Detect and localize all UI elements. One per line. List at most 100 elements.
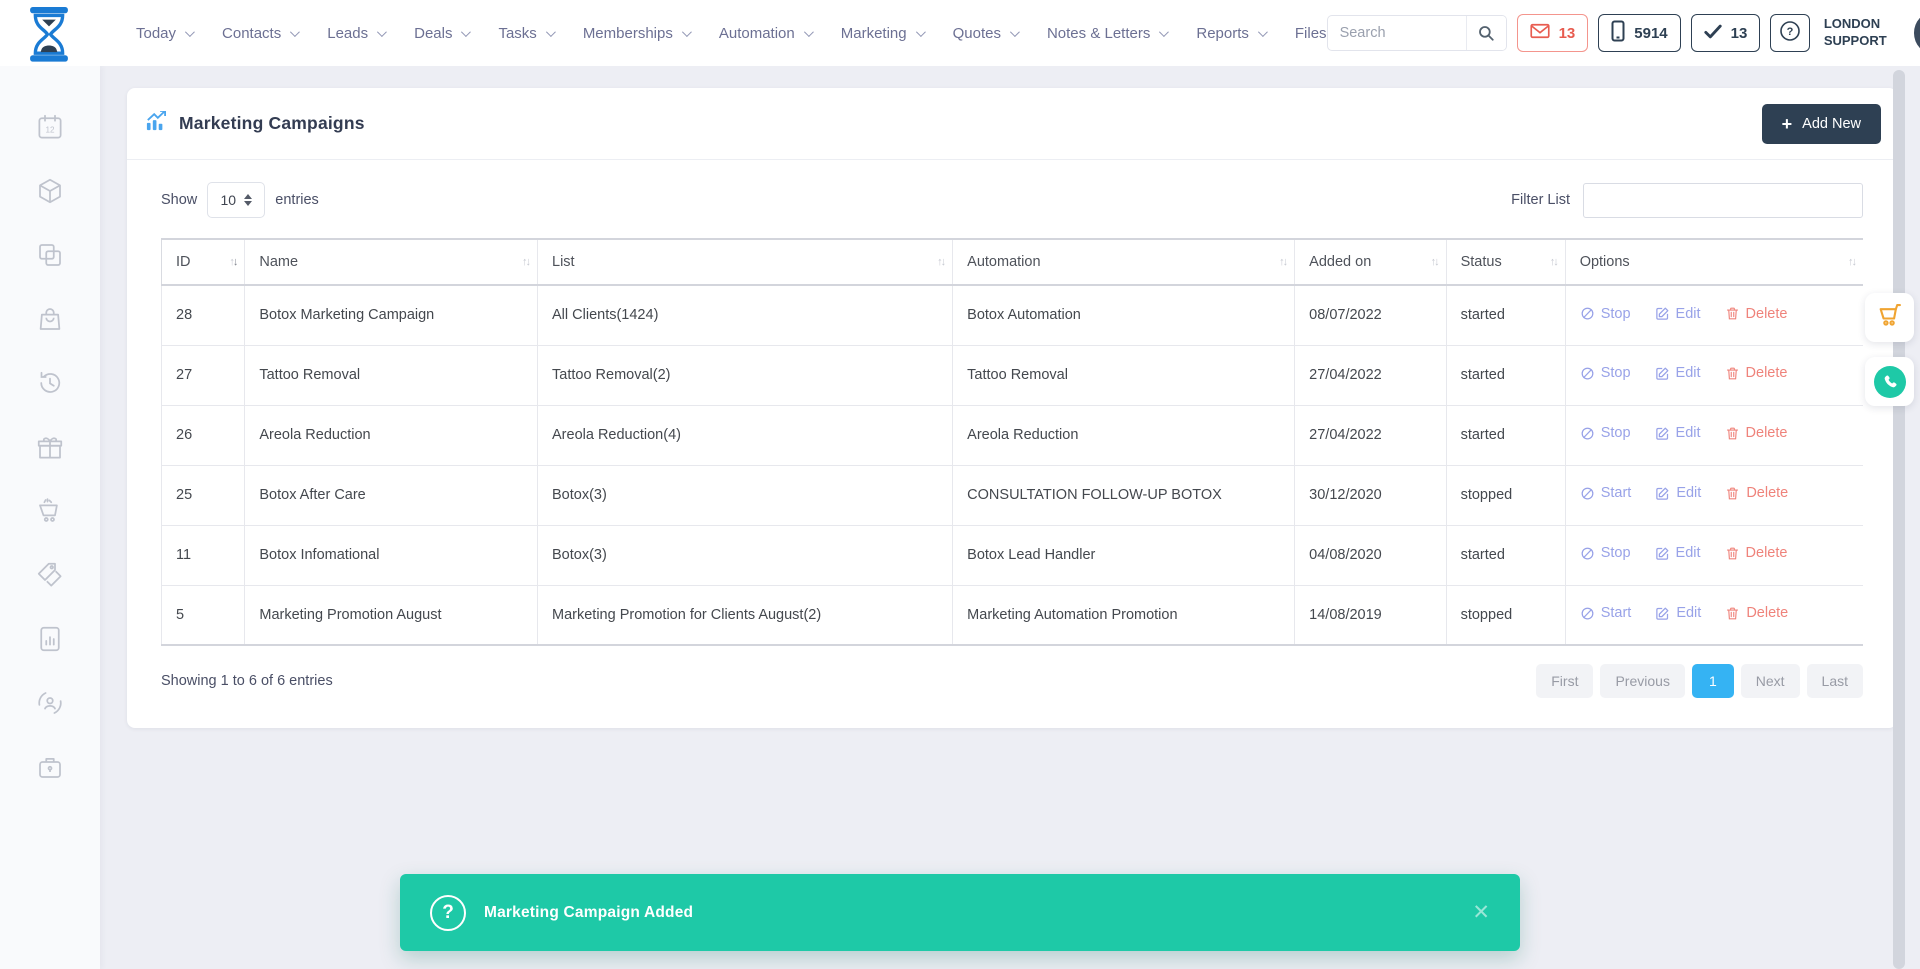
briefcase-icon[interactable] (35, 752, 65, 782)
cell-list: Areola Reduction(4) (538, 405, 953, 465)
nav-tasks[interactable]: Tasks (498, 25, 552, 42)
cell-list: Marketing Promotion for Clients August(2… (538, 585, 953, 645)
nav-deals[interactable]: Deals (414, 25, 468, 42)
column-header-list[interactable]: List↑↓ (538, 239, 953, 285)
scrollbar[interactable] (1893, 70, 1905, 969)
column-header-name[interactable]: Name↑↓ (245, 239, 538, 285)
cell-list: Tattoo Removal(2) (538, 345, 953, 405)
chevron-down-icon (185, 27, 195, 37)
phone-float-button[interactable] (1865, 357, 1914, 406)
pagination-first[interactable]: First (1536, 664, 1593, 698)
filter-input[interactable] (1583, 183, 1863, 218)
topbar-right: 13 5914 13 ? LONDON SUPPORT (1327, 12, 1920, 54)
nav-contacts[interactable]: Contacts (222, 25, 297, 42)
cell-automation: CONSULTATION FOLLOW-UP BOTOX (953, 465, 1295, 525)
gift-icon[interactable] (35, 432, 65, 462)
toast-close-icon[interactable]: ✕ (1472, 902, 1490, 923)
add-new-button[interactable]: + Add New (1762, 104, 1881, 144)
help-button[interactable]: ? (1770, 14, 1809, 52)
bag-icon[interactable] (35, 304, 65, 334)
nav-reports[interactable]: Reports (1196, 25, 1265, 42)
edit-link[interactable]: Edit (1655, 545, 1701, 561)
table-controls: Show 10 entries Filter List (161, 182, 1863, 218)
sort-arrows-icon: ↑↓ (229, 256, 236, 268)
toast-question-icon: ? (430, 895, 466, 931)
phone-badge[interactable]: 5914 (1598, 14, 1680, 52)
stop-link[interactable]: Stop (1580, 545, 1631, 561)
chevron-down-icon (916, 27, 926, 37)
tags-icon[interactable] (35, 560, 65, 590)
nav-notes-letters[interactable]: Notes & Letters (1047, 25, 1166, 42)
edit-link[interactable]: Edit (1655, 605, 1701, 621)
delete-link[interactable]: Delete (1725, 306, 1788, 322)
cell-automation: Botox Lead Handler (953, 525, 1295, 585)
cell-automation: Marketing Automation Promotion (953, 585, 1295, 645)
select-arrows-icon (244, 194, 252, 206)
cell-id: 26 (162, 405, 245, 465)
history-icon[interactable] (35, 368, 65, 398)
cell-status: stopped (1446, 585, 1565, 645)
cell-options: Stop Edit Delete (1565, 345, 1863, 405)
stop-link[interactable]: Stop (1580, 425, 1631, 441)
nav-automation[interactable]: Automation (719, 25, 811, 42)
main-nav: Today Contacts Leads Deals Tasks Memberships A… (136, 25, 1327, 42)
avatar[interactable] (1914, 12, 1920, 54)
edit-link[interactable]: Edit (1655, 425, 1701, 441)
nav-today[interactable]: Today (136, 25, 192, 42)
chevron-down-icon (1159, 27, 1169, 37)
search-icon[interactable] (1466, 16, 1506, 50)
delete-link[interactable]: Delete (1725, 605, 1788, 621)
nav-leads[interactable]: Leads (327, 25, 384, 42)
search-input[interactable] (1328, 25, 1466, 41)
start-link[interactable]: Start (1580, 605, 1632, 621)
plus-icon: + (1782, 115, 1793, 133)
page-length-select[interactable]: 10 (207, 182, 265, 218)
cell-name: Marketing Promotion August (245, 585, 538, 645)
calendar-icon[interactable]: 12 (35, 112, 65, 142)
stop-link[interactable]: Stop (1580, 306, 1631, 322)
pagination-next[interactable]: Next (1741, 664, 1800, 698)
stop-link[interactable]: Stop (1580, 365, 1631, 381)
page-title: Marketing Campaigns (179, 113, 365, 134)
delete-link[interactable]: Delete (1725, 545, 1788, 561)
support-icon[interactable] (35, 688, 65, 718)
start-link[interactable]: Start (1580, 485, 1632, 501)
nav-memberships[interactable]: Memberships (583, 25, 689, 42)
user-name: LONDON SUPPORT (1824, 16, 1904, 50)
edit-link[interactable]: Edit (1655, 365, 1701, 381)
edit-link[interactable]: Edit (1655, 306, 1701, 322)
chevron-down-icon (682, 27, 692, 37)
table-row: 25Botox After CareBotox(3)CONSULTATION F… (162, 465, 1864, 525)
logo-hourglass-icon[interactable] (28, 7, 70, 59)
package-icon[interactable] (35, 176, 65, 206)
nav-marketing[interactable]: Marketing (841, 25, 923, 42)
delete-link[interactable]: Delete (1725, 485, 1788, 501)
cart-icon[interactable] (35, 496, 65, 526)
report-icon[interactable] (35, 624, 65, 654)
column-header-added-on[interactable]: Added on↑↓ (1295, 239, 1446, 285)
table-footer: Showing 1 to 6 of 6 entries FirstPreviou… (161, 664, 1863, 698)
delete-link[interactable]: Delete (1725, 425, 1788, 441)
cart-float-button[interactable] (1865, 293, 1914, 342)
sidebar: 12 (0, 66, 100, 969)
edit-link[interactable]: Edit (1655, 485, 1701, 501)
column-header-status[interactable]: Status↑↓ (1446, 239, 1565, 285)
messages-badge[interactable]: 13 (1517, 14, 1589, 52)
tasks-badge[interactable]: 13 (1691, 14, 1761, 52)
nav-files[interactable]: Files (1295, 25, 1327, 42)
windows-icon[interactable] (35, 240, 65, 270)
sort-arrows-icon: ↑↓ (1848, 256, 1855, 268)
delete-link[interactable]: Delete (1725, 365, 1788, 381)
chevron-down-icon (461, 27, 471, 37)
pagination-previous[interactable]: Previous (1600, 664, 1684, 698)
cell-automation: Areola Reduction (953, 405, 1295, 465)
nav-quotes[interactable]: Quotes (953, 25, 1017, 42)
pagination-page-1[interactable]: 1 (1692, 664, 1734, 698)
column-header-id[interactable]: ID↑↓ (162, 239, 245, 285)
campaign-table-body: 28Botox Marketing CampaignAll Clients(14… (162, 285, 1864, 645)
cell-added-on: 30/12/2020 (1295, 465, 1446, 525)
column-header-automation[interactable]: Automation↑↓ (953, 239, 1295, 285)
pagination-last[interactable]: Last (1807, 664, 1863, 698)
cell-name: Areola Reduction (245, 405, 538, 465)
column-header-options[interactable]: Options↑↓ (1565, 239, 1863, 285)
